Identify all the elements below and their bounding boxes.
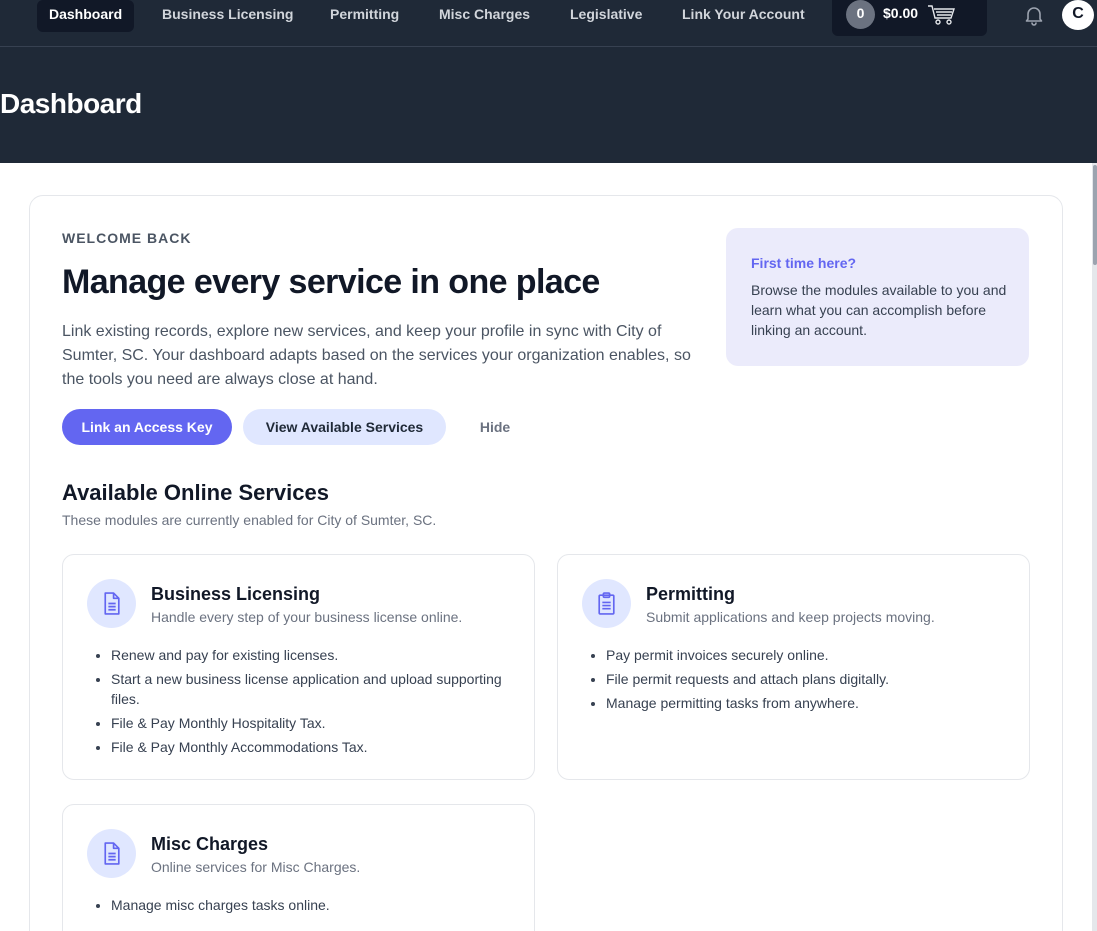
service-card-business-licensing[interactable]: Business Licensing Handle every step of … <box>62 554 535 780</box>
list-item: Manage permitting tasks from anywhere. <box>606 693 1006 713</box>
view-available-services-button[interactable]: View Available Services <box>243 409 446 445</box>
welcome-body: Link existing records, explore new servi… <box>62 323 691 388</box>
tip-body: Browse the modules available to you and … <box>751 282 1007 338</box>
service-name: Permitting <box>646 584 736 604</box>
nav-permitting[interactable]: Permitting <box>330 0 399 32</box>
service-description: Online services for Misc Charges. <box>151 859 361 875</box>
service-name: Business Licensing <box>151 584 321 604</box>
list-item: Start a new business license application… <box>111 669 511 709</box>
welcome-headline: Manage every service in one place <box>62 263 600 301</box>
list-item: Manage misc charges tasks online. <box>111 895 511 915</box>
list-item: Pay permit invoices securely online. <box>606 645 1006 665</box>
shopping-cart-icon <box>927 4 957 31</box>
service-name: Misc Charges <box>151 834 269 854</box>
tip-title: First time here? <box>751 255 857 271</box>
scrollbar-thumb[interactable] <box>1093 165 1097 265</box>
page-title: Dashboard <box>0 88 142 119</box>
cart-count-badge: 0 <box>846 0 875 29</box>
services-subtitle: These modules are currently enabled for … <box>62 512 437 528</box>
top-navigation: Dashboard Business Licensing Permitting … <box>0 0 1097 47</box>
list-item: Renew and pay for existing licenses. <box>111 645 511 665</box>
service-features: Renew and pay for existing licenses. Sta… <box>111 645 511 761</box>
services-title: Available Online Services <box>62 480 329 505</box>
nav-business-licensing[interactable]: Business Licensing <box>162 0 293 32</box>
service-description: Submit applications and keep projects mo… <box>646 609 935 625</box>
welcome-eyebrow: WELCOME BACK <box>62 230 192 246</box>
link-access-key-button[interactable]: Link an Access Key <box>62 409 232 445</box>
list-item: File & Pay Monthly Hospitality Tax. <box>111 713 511 733</box>
service-card-misc-charges[interactable]: Misc Charges Online services for Misc Ch… <box>62 804 535 931</box>
nav-legislative[interactable]: Legislative <box>570 0 642 32</box>
service-description: Handle every step of your business licen… <box>151 609 463 625</box>
list-item: File permit requests and attach plans di… <box>606 669 1006 689</box>
list-item: File & Pay Monthly Accommodations Tax. <box>111 737 511 757</box>
notifications-bell-icon[interactable] <box>1022 3 1046 32</box>
scrollbar-track[interactable] <box>1092 163 1097 931</box>
nav-dashboard[interactable]: Dashboard <box>37 0 135 32</box>
service-features: Manage misc charges tasks online. <box>111 895 511 919</box>
nav-misc-charges[interactable]: Misc Charges <box>439 0 530 32</box>
cart-total: $0.00 <box>883 5 919 21</box>
service-card-permitting[interactable]: Permitting Submit applications and keep … <box>557 554 1030 780</box>
document-icon <box>87 829 136 878</box>
service-features: Pay permit invoices securely online. Fil… <box>606 645 1006 717</box>
page-header: Dashboard <box>0 47 1097 163</box>
user-avatar[interactable]: C <box>1062 0 1094 30</box>
clipboard-icon <box>582 579 631 628</box>
first-time-tip: First time here? Browse the modules avai… <box>726 228 1029 366</box>
cart-button[interactable]: 0 $0.00 <box>832 0 987 36</box>
nav-link-your-account[interactable]: Link Your Account <box>682 0 805 32</box>
document-icon <box>87 579 136 628</box>
hide-button[interactable]: Hide <box>469 409 521 445</box>
